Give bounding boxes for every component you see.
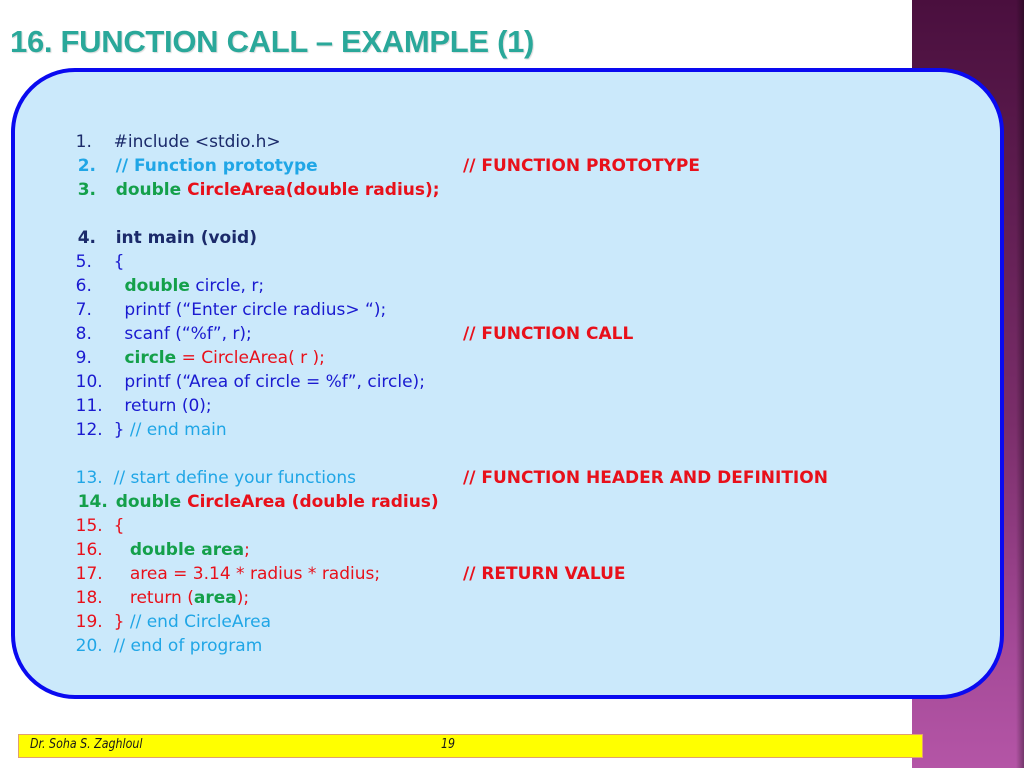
annotation-function-header: // FUNCTION HEADER AND DEFINITION	[463, 468, 828, 488]
page-number: 19	[441, 737, 456, 752]
line-number: 20.	[75, 636, 103, 656]
code-line-3: 3. double CircleArea(double radius); // F…	[54, 154, 700, 200]
footer-author: Dr. Soha S. Zaghloul	[30, 737, 143, 752]
code-text: int main (void)	[115, 228, 257, 248]
line-number: 12.	[75, 420, 103, 440]
code-line-19: 19.} // end CircleArea	[54, 586, 271, 632]
code-line-17: 17. area = 3.14 * radius * radius;	[54, 538, 380, 584]
code-line-20: 20. // end of program	[54, 610, 263, 656]
code-text: }	[113, 420, 130, 440]
code-line-6: 6. double circle, r;	[54, 250, 264, 296]
footer-bar	[18, 734, 923, 758]
keyword-double: double	[115, 180, 188, 200]
code-line-14: 14. double CircleArea (double radius) // …	[54, 466, 828, 512]
function-prototype-text: CircleArea(double radius);	[187, 180, 440, 200]
line-number: 3.	[77, 180, 96, 200]
slide-title: 16. FUNCTION CALL – EXAMPLE (1)	[10, 24, 535, 59]
annotation-function-prototype: // FUNCTION PROTOTYPE	[463, 156, 701, 176]
code-line-13: 13.// start define your functions	[54, 442, 356, 488]
annotation-return-value: // RETURN VALUE	[463, 564, 626, 584]
code-line-8: 8. scanf (“%f”, r);	[54, 298, 252, 344]
code-line-1: 1. #include <stdio.h>	[54, 106, 281, 152]
keyword-double: double	[115, 492, 188, 512]
function-header-text: CircleArea (double radius)	[187, 492, 439, 512]
code-line-4: 4. int main (void)	[54, 202, 257, 248]
comment-text: // end main	[129, 420, 227, 440]
code-line-9: 9. circle = CircleArea( r ); // FUNCTION…	[54, 322, 634, 368]
code-line-10: 10. printf (“Area of circle = %f”, circl…	[54, 346, 425, 392]
code-line-18: 18. return (area); // RETURN VALUE	[54, 562, 626, 608]
code-line-5: 5.{	[54, 226, 125, 272]
code-line-2: 2.// Function prototype	[54, 130, 318, 176]
code-line-16: 16. double area;	[54, 514, 250, 560]
code-line-15: 15.{	[54, 490, 125, 536]
code-line-7: 7. printf (“Enter circle radius> “);	[54, 274, 387, 320]
annotation-function-call: // FUNCTION CALL	[463, 324, 634, 344]
comment-text: // end of program	[113, 636, 263, 656]
code-line-11: 11. return (0);	[54, 370, 212, 416]
code-line-12: 12.} // end main	[54, 394, 227, 440]
